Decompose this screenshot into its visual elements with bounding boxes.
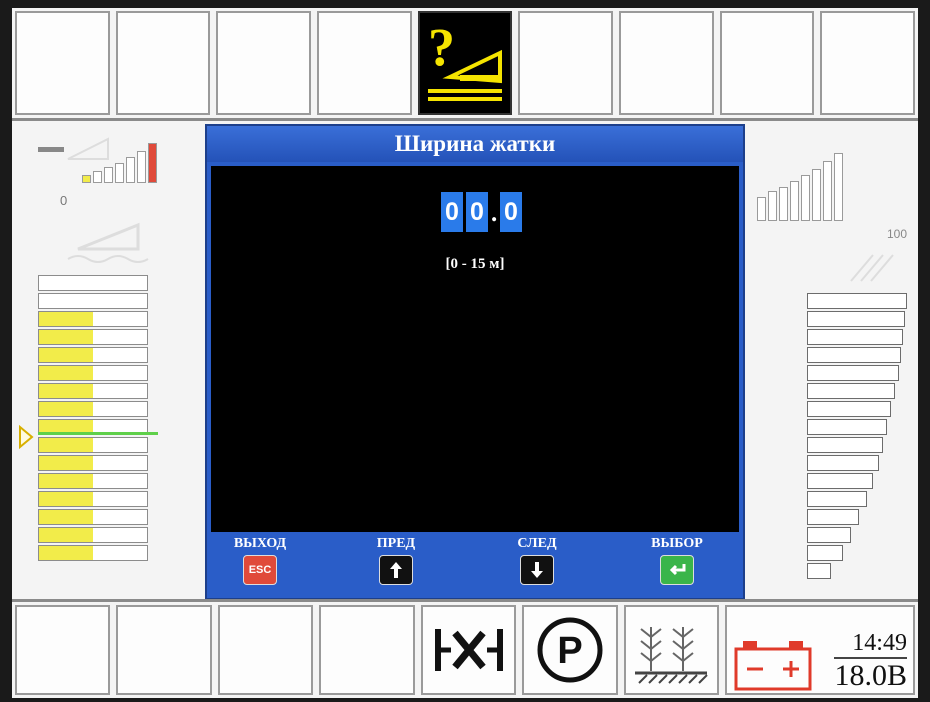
reel-icon <box>850 254 894 282</box>
exit-label: ВЫХОД <box>233 536 287 551</box>
header-height-icon <box>67 222 149 263</box>
scale-cell <box>38 275 148 291</box>
value-digit-1[interactable]: 0 <box>441 192 463 232</box>
crop-icon <box>635 627 709 684</box>
scale-step <box>807 491 867 507</box>
value-range-hint: [0 - 15 м] <box>445 256 505 272</box>
scale-step <box>807 473 873 489</box>
bottom-button-4[interactable] <box>319 605 415 695</box>
battery-voltage: 18.0В <box>834 657 907 692</box>
scale-step <box>807 527 851 543</box>
scale-cell <box>38 545 148 561</box>
bottom-button-1[interactable] <box>15 605 111 695</box>
right-level-bars <box>757 153 843 221</box>
header-width-dialog: Ширина жатки 0 0 . 0 [0 - 15 м] ВЫХОД ES… <box>205 124 745 600</box>
header-settings-button[interactable]: ? <box>417 11 513 115</box>
scale-step <box>807 437 883 453</box>
header-position-scale <box>38 275 148 563</box>
top-button-4[interactable] <box>317 11 412 115</box>
svg-text:?: ? <box>428 17 455 77</box>
top-button-1[interactable] <box>15 11 110 115</box>
scale-step <box>807 293 907 309</box>
scale-cell <box>38 365 148 381</box>
setpoint-marker-icon <box>19 425 34 449</box>
scale-cell <box>38 509 148 525</box>
svg-text:P: P <box>557 630 582 672</box>
right-gauge-panel: 100 <box>747 123 918 601</box>
scale-cell <box>38 437 148 453</box>
top-button-6[interactable] <box>518 11 614 115</box>
top-button-2[interactable] <box>115 11 211 115</box>
scale-step <box>807 365 899 381</box>
scale-cell <box>38 401 148 417</box>
top-button-8[interactable] <box>719 11 815 115</box>
select-label: ВЫБОР <box>651 536 703 551</box>
dialog-body: 0 0 . 0 [0 - 15 м] <box>211 166 739 532</box>
status-panel: 14:49 18.0В <box>725 605 915 695</box>
parking-brake-button[interactable]: P <box>522 605 618 695</box>
value-digit-2[interactable]: 0 <box>466 192 488 232</box>
scale-step <box>807 329 903 345</box>
header-question-icon: ? <box>428 17 503 101</box>
scale-cell <box>38 383 148 399</box>
prev-button[interactable]: ПРЕД <box>351 536 441 585</box>
axle-lock-button[interactable] <box>420 605 517 695</box>
top-divider <box>12 118 918 121</box>
top-button-7[interactable] <box>619 11 714 115</box>
exit-button[interactable]: ВЫХОД ESC <box>215 536 305 585</box>
bottom-button-row: P 14:49 18.0В <box>12 602 918 698</box>
next-label: СЛЕД <box>517 536 557 551</box>
clock-time: 14:49 <box>852 630 907 656</box>
battery-icon <box>734 641 812 691</box>
scale-cell <box>38 527 148 543</box>
scale-cell <box>38 455 148 471</box>
top-button-3[interactable] <box>216 11 312 115</box>
scale-step <box>807 455 879 471</box>
header-width-input[interactable]: 0 0 . 0 <box>441 192 522 232</box>
arrow-up-icon <box>379 555 413 585</box>
top-button-9[interactable] <box>820 11 916 115</box>
setpoint-line <box>38 432 158 435</box>
right-max-label: 100 <box>887 227 908 241</box>
enter-icon <box>660 555 694 585</box>
left-gauge-panel: 0 <box>12 123 202 601</box>
top-button-row: ? <box>12 8 918 118</box>
display-screen: ? 0 100 Ширина жатки 0 0 . 0 [0 - 15 м] … <box>12 8 918 698</box>
scale-cell <box>38 491 148 507</box>
select-button[interactable]: ВЫБОР <box>632 536 722 585</box>
scale-step <box>807 419 887 435</box>
scale-cell <box>38 311 148 327</box>
clock-voltage: 14:49 18.0В <box>834 630 907 693</box>
scale-step <box>807 311 905 327</box>
scale-step <box>807 347 901 363</box>
scale-step <box>807 509 859 525</box>
scale-cell <box>38 347 148 363</box>
value-digit-3[interactable]: 0 <box>500 192 522 232</box>
parking-icon: P <box>537 617 603 683</box>
next-button[interactable]: СЛЕД <box>492 536 582 585</box>
left-zero-label: 0 <box>60 193 68 208</box>
scale-step <box>807 401 891 417</box>
scale-step <box>807 545 843 561</box>
scale-cell <box>38 293 148 309</box>
scale-step <box>807 383 895 399</box>
bottom-button-2[interactable] <box>116 605 212 695</box>
scale-cell <box>38 329 148 345</box>
scale-cell <box>38 473 148 489</box>
axle-lock-icon <box>434 629 503 671</box>
dialog-title: Ширина жатки <box>207 126 743 162</box>
bottom-button-3[interactable] <box>217 605 314 695</box>
crop-mode-button[interactable] <box>623 605 720 695</box>
scale-step <box>807 563 831 579</box>
right-speed-scale <box>807 293 917 581</box>
esc-key-icon: ESC <box>243 555 277 585</box>
decimal-separator: . <box>491 200 498 227</box>
left-level-bars <box>82 143 157 183</box>
arrow-down-icon <box>520 555 554 585</box>
dialog-footer: ВЫХОД ESC ПРЕД СЛЕД ВЫБОР <box>207 532 743 598</box>
prev-label: ПРЕД <box>376 536 416 551</box>
